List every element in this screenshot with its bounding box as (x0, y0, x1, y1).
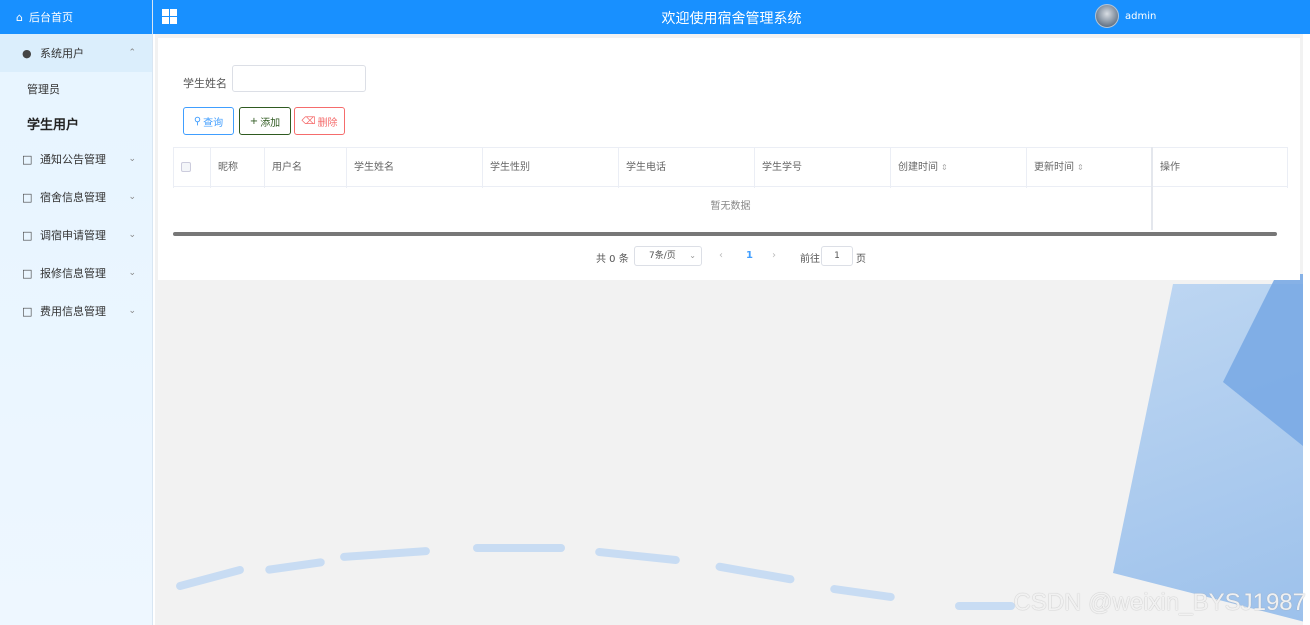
chevron-down-icon: ⌄ (689, 251, 696, 260)
search-icon: ⚲ (193, 115, 202, 127)
main-content: 学生姓名 ⚲ 查询 + 添加 ⌫ 删除 昵称 用户名 学生姓名 学生性别 学生电… (155, 34, 1303, 625)
student-name-input[interactable] (232, 65, 366, 92)
sidebar-item-label: 费用信息管理 (40, 305, 106, 318)
background-decoration (714, 562, 796, 584)
content-card: 学生姓名 ⚲ 查询 + 添加 ⌫ 删除 昵称 用户名 学生姓名 学生性别 学生电… (158, 38, 1300, 280)
select-all-checkbox[interactable] (181, 162, 191, 172)
background-decoration (955, 602, 1015, 610)
column-header-label: 操作 (1160, 162, 1180, 173)
document-icon: □ (22, 190, 33, 204)
chevron-down-icon: ⌄ (128, 268, 136, 278)
document-icon: □ (22, 152, 33, 166)
column-header: 学生学号 (754, 148, 890, 188)
chevron-up-icon: ⌃ (128, 48, 136, 58)
sidebar-item-notice[interactable]: □ 通知公告管理 ⌄ (0, 140, 152, 178)
column-header-label: 昵称 (218, 162, 238, 173)
select-all-cell (173, 148, 210, 188)
query-button[interactable]: ⚲ 查询 (183, 107, 234, 135)
chevron-down-icon: ⌄ (128, 230, 136, 240)
column-header-sortable[interactable]: 更新时间 ⇕ (1026, 148, 1152, 188)
page-number[interactable]: 1 (746, 250, 753, 261)
column-header-label: 学生电话 (626, 162, 666, 173)
background-decoration (175, 565, 245, 591)
sidebar-item-label: 调宿申请管理 (40, 229, 106, 242)
background-decoration (473, 544, 565, 552)
column-header: 学生性别 (482, 148, 618, 188)
query-button-label: 查询 (203, 117, 224, 129)
sidebar-home-label: 后台首页 (28, 11, 73, 24)
background-decoration (339, 546, 431, 562)
column-header-label: 学生姓名 (354, 162, 394, 173)
pagination-total: 共 0 条 (596, 254, 629, 265)
column-header: 学生姓名 (346, 148, 482, 188)
sidebar-item-label: 报修信息管理 (40, 267, 106, 280)
sidebar-item-label: 宿舍信息管理 (40, 191, 106, 204)
page-unit-label: 页 (856, 254, 866, 265)
sort-icon[interactable]: ⇕ (941, 163, 948, 172)
home-icon: ⌂ (16, 10, 23, 24)
pagination: 共 0 条 7条/页 ⌄ ‹ 1 › 前往 1 页 (158, 246, 1300, 268)
document-icon: □ (22, 228, 33, 242)
sidebar-item-label: 通知公告管理 (40, 153, 106, 166)
column-header-label: 学生性别 (490, 162, 530, 173)
sidebar-item-label: 系统用户 (40, 47, 84, 60)
sort-icon[interactable]: ⇕ (1077, 163, 1084, 172)
document-icon: □ (22, 266, 33, 280)
right-edge (1303, 34, 1310, 625)
sidebar-home[interactable]: ⌂ 后台首页 (0, 0, 152, 34)
horizontal-scrollbar[interactable] (173, 232, 1277, 236)
user-icon: ● (22, 46, 32, 60)
column-header-sortable[interactable]: 创建时间 ⇕ (890, 148, 1026, 188)
prev-page-icon[interactable]: ‹ (719, 250, 723, 261)
table-header: 昵称 用户名 学生姓名 学生性别 学生电话 学生学号 创建时间 ⇕ 更新时间 ⇕ 操… (173, 147, 1288, 188)
chevron-down-icon: ⌄ (128, 154, 136, 164)
background-decoration (829, 584, 896, 602)
top-header: 欢迎使用宿舍管理系统 admin (153, 0, 1310, 34)
add-button-label: 添加 (260, 117, 281, 129)
column-header-label: 更新时间 (1034, 162, 1074, 173)
add-button[interactable]: + 添加 (239, 107, 291, 135)
avatar[interactable] (1095, 4, 1119, 28)
next-page-icon[interactable]: › (772, 250, 776, 261)
column-header: 操作 (1152, 148, 1288, 188)
sidebar-subitem-label: 学生用户 (27, 117, 80, 133)
column-header-label: 学生学号 (762, 162, 802, 173)
column-header-label: 创建时间 (898, 162, 938, 173)
goto-label: 前往 (800, 254, 820, 265)
submenu-system-users: 管理员 学生用户 (0, 72, 152, 140)
sidebar: ⌂ 后台首页 ● 系统用户 ⌃ 管理员 学生用户 □ 通知公告管理 ⌄ □ 宿舍… (0, 0, 153, 625)
sidebar-item-dorm-info[interactable]: □ 宿舍信息管理 ⌄ (0, 178, 152, 216)
page-size-select[interactable]: 7条/页 ⌄ (634, 246, 702, 266)
fixed-column-divider (1151, 147, 1153, 230)
sidebar-item-system-users[interactable]: ● 系统用户 ⌃ (0, 34, 152, 72)
plus-icon: + (249, 115, 259, 127)
watermark: CSDN @weixin_BYSJ1987 (1013, 589, 1307, 616)
document-icon: □ (22, 304, 33, 318)
page-size-value: 7条/页 (649, 251, 676, 261)
sidebar-subitem-student-users[interactable]: 学生用户 (0, 106, 152, 140)
sidebar-item-dorm-transfer[interactable]: □ 调宿申请管理 ⌄ (0, 216, 152, 254)
background-decoration (264, 557, 326, 575)
search-label: 学生姓名 (183, 77, 227, 90)
sidebar-subitem-admin[interactable]: 管理员 (0, 72, 152, 106)
empty-state: 暂无数据 (710, 201, 751, 212)
background-decoration (594, 547, 681, 565)
goto-page-input[interactable]: 1 (821, 246, 853, 266)
column-header: 昵称 (210, 148, 264, 188)
user-name[interactable]: admin (1125, 11, 1156, 22)
chevron-down-icon: ⌄ (128, 306, 136, 316)
data-table: 昵称 用户名 学生姓名 学生性别 学生电话 学生学号 创建时间 ⇕ 更新时间 ⇕ 操… (173, 147, 1288, 227)
delete-button-label: 删除 (317, 117, 338, 129)
column-header: 学生电话 (618, 148, 754, 188)
sidebar-item-fees[interactable]: □ 费用信息管理 ⌄ (0, 292, 152, 330)
trash-icon: ⌫ (301, 115, 316, 127)
column-header: 用户名 (264, 148, 346, 188)
delete-button[interactable]: ⌫ 删除 (294, 107, 345, 135)
column-header-label: 用户名 (272, 162, 302, 173)
sidebar-item-repair[interactable]: □ 报修信息管理 ⌄ (0, 254, 152, 292)
sidebar-subitem-label: 管理员 (27, 83, 60, 96)
chevron-down-icon: ⌄ (128, 192, 136, 202)
